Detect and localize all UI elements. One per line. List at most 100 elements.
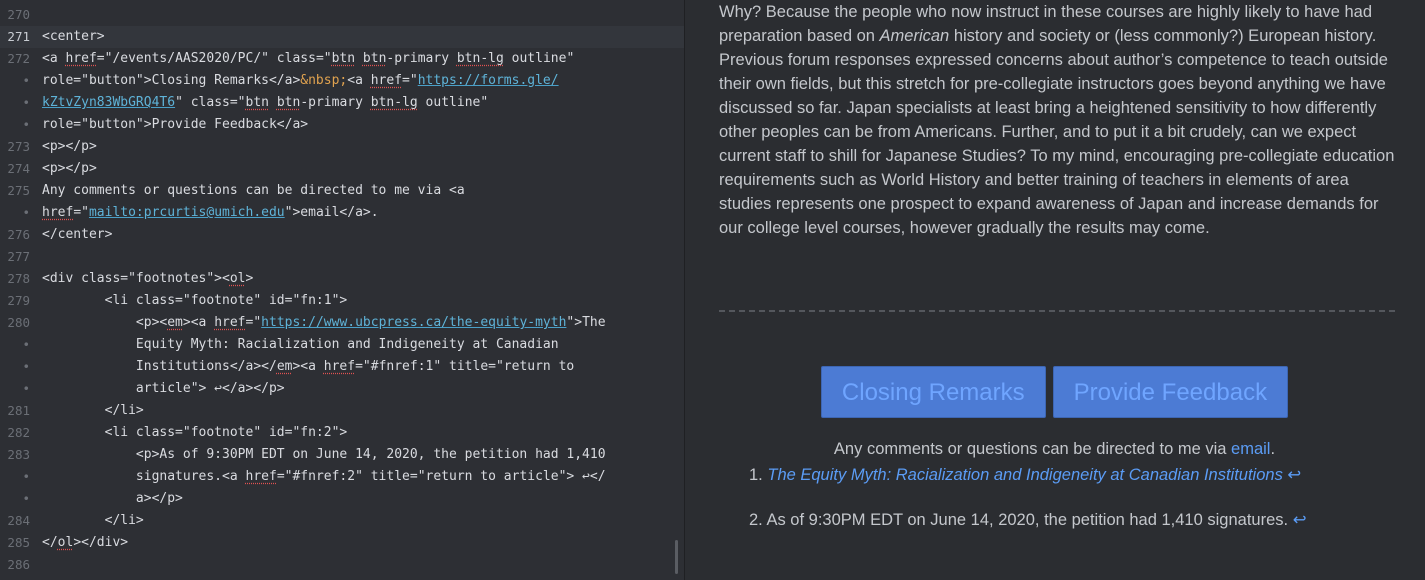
- code-line[interactable]: 279 <li class="footnote" id="fn:1">: [0, 290, 684, 312]
- line-code[interactable]: role="button">Closing Remarks</a>&nbsp;<…: [42, 70, 559, 92]
- line-code[interactable]: <li class="footnote" id="fn:1">: [42, 290, 348, 312]
- code-token: Institutions</a></: [42, 359, 277, 374]
- provide-feedback-button[interactable]: Provide Feedback: [1052, 366, 1289, 418]
- code-editor-pane[interactable]: 270 271 <center> 272 <a href="/events/AAS202…: [0, 0, 685, 580]
- line-number: 286: [7, 557, 30, 572]
- code-line[interactable]: 270: [0, 4, 684, 26]
- line-number: •: [22, 205, 30, 220]
- line-code[interactable]: <p></p>: [42, 158, 97, 180]
- code-line[interactable]: 280 <p><em><a href="https://www.ubcpress…: [0, 312, 684, 334]
- code-token: ol: [57, 535, 74, 550]
- return-arrow-icon[interactable]: ↩: [1293, 511, 1307, 529]
- code-token: href: [65, 51, 97, 66]
- code-line[interactable]: 274 <p></p>: [0, 158, 684, 180]
- code-line[interactable]: • a></p>: [0, 488, 684, 510]
- code-token: </: [42, 535, 58, 550]
- code-line[interactable]: 285 </ol></div>: [0, 532, 684, 554]
- line-number: 281: [7, 403, 30, 418]
- line-code[interactable]: <center>: [42, 26, 105, 48]
- line-code[interactable]: article"> ↩</a></p>: [42, 378, 285, 400]
- line-code[interactable]: href="mailto:prcurtis@umich.edu">email</…: [42, 202, 379, 224]
- code-token: <p></p>: [42, 161, 97, 176]
- line-code[interactable]: <p><em><a href="https://www.ubcpress.ca/…: [42, 312, 606, 334]
- editor-scrollbar-thumb[interactable]: [675, 540, 678, 574]
- code-token: -primary: [300, 95, 371, 110]
- app-window: 270 271 <center> 272 <a href="/events/AAS202…: [0, 0, 1425, 580]
- code-token: kZtvZyn83WbGRQ4T6: [42, 95, 176, 110]
- line-code[interactable]: Any comments or questions can be directe…: [42, 180, 465, 202]
- code-token: =": [402, 73, 418, 88]
- article-text: Why? Because the people who now instruct…: [719, 0, 1395, 240]
- email-link[interactable]: email: [1231, 440, 1270, 458]
- code-line[interactable]: • Institutions</a></em><a href="#fnref:1…: [0, 356, 684, 378]
- line-code[interactable]: <p></p>: [42, 136, 97, 158]
- code-line[interactable]: 276 </center>: [0, 224, 684, 246]
- line-code[interactable]: kZtvZyn83WbGRQ4T6" class="btn btn-primar…: [42, 92, 488, 114]
- line-number: 282: [7, 425, 30, 440]
- code-line[interactable]: 283 <p>As of 9:30PM EDT on June 14, 2020…: [0, 444, 684, 466]
- code-line[interactable]: 282 <li class="footnote" id="fn:2">: [0, 422, 684, 444]
- code-line[interactable]: • kZtvZyn83WbGRQ4T6" class="btn btn-prima…: [0, 92, 684, 114]
- code-line[interactable]: • Equity Myth: Racialization and Indigen…: [0, 334, 684, 356]
- code-token: article"> ↩</a></p>: [42, 381, 285, 396]
- line-number: •: [22, 381, 30, 396]
- contact-end: .: [1270, 440, 1276, 458]
- code-token: ="#fnref:1" title="return to: [355, 359, 575, 374]
- code-token: href: [42, 205, 74, 220]
- code-token: <a: [347, 73, 371, 88]
- line-code[interactable]: <li class="footnote" id="fn:2">: [42, 422, 348, 444]
- line-code[interactable]: </center>: [42, 224, 112, 246]
- code-token: ="/events/AAS2020/PC/" class=": [96, 51, 332, 66]
- code-token: a></p>: [42, 491, 183, 506]
- code-token: href: [245, 469, 277, 484]
- code-line[interactable]: 284 </li>: [0, 510, 684, 532]
- return-arrow-icon[interactable]: ↩: [1287, 466, 1301, 484]
- line-code[interactable]: Equity Myth: Racialization and Indigenei…: [42, 334, 559, 356]
- line-code[interactable]: </li>: [42, 400, 144, 422]
- line-code[interactable]: a></p>: [42, 488, 183, 510]
- code-line[interactable]: • href="mailto:prcurtis@umich.edu">email<…: [0, 202, 684, 224]
- code-line[interactable]: 273 <p></p>: [0, 136, 684, 158]
- contact-text: Any comments or questions can be directe…: [833, 440, 1232, 458]
- line-number: •: [22, 469, 30, 484]
- footnote-link[interactable]: The Equity Myth: Racialization and Indig…: [767, 466, 1282, 484]
- code-line[interactable]: • role="button">Provide Feedback</a>: [0, 114, 684, 136]
- editor-lines[interactable]: 270 271 <center> 272 <a href="/events/AAS202…: [0, 4, 684, 576]
- code-line[interactable]: 275 Any comments or questions can be dire…: [0, 180, 684, 202]
- code-token: </li>: [42, 513, 144, 528]
- code-token: </center>: [42, 227, 113, 242]
- code-token: ="#fnref:2" title="return to article"> ↩…: [276, 469, 606, 484]
- footnote-number: 2.: [749, 511, 763, 529]
- closing-remarks-button[interactable]: Closing Remarks: [820, 366, 1046, 418]
- code-token: <li class="footnote" id="fn:1">: [42, 293, 348, 308]
- code-line[interactable]: • signatures.<a href="#fnref:2" title="r…: [0, 466, 684, 488]
- line-code[interactable]: <a href="/events/AAS2020/PC/" class="btn…: [42, 48, 574, 70]
- code-line[interactable]: 286: [0, 554, 684, 576]
- code-token: btn-lg: [370, 95, 418, 110]
- code-token: =": [245, 315, 262, 330]
- code-line[interactable]: • article"> ↩</a></p>: [0, 378, 684, 400]
- line-code[interactable]: <p>As of 9:30PM EDT on June 14, 2020, th…: [42, 444, 606, 466]
- line-number: 284: [7, 513, 30, 528]
- code-line[interactable]: 272 <a href="/events/AAS2020/PC/" class="…: [0, 48, 684, 70]
- code-token: btn: [245, 95, 269, 110]
- code-token: <a: [42, 51, 66, 66]
- code-token: Equity Myth: Racialization and Indigenei…: [42, 337, 559, 352]
- code-line[interactable]: 281 </li>: [0, 400, 684, 422]
- code-line[interactable]: 277: [0, 246, 684, 268]
- code-token: ><a: [292, 359, 324, 374]
- line-code[interactable]: Institutions</a></em><a href="#fnref:1" …: [42, 356, 574, 378]
- code-token: signatures.<a: [42, 469, 246, 484]
- line-code[interactable]: </li>: [42, 510, 144, 532]
- line-code[interactable]: signatures.<a href="#fnref:2" title="ret…: [42, 466, 606, 488]
- code-line[interactable]: 271 <center>: [0, 26, 684, 48]
- line-number: 279: [7, 293, 30, 308]
- line-number: 275: [7, 183, 30, 198]
- code-line[interactable]: 278 <div class="footnotes"><ol>: [0, 268, 684, 290]
- code-line[interactable]: • role="button">Closing Remarks</a>&nbsp;…: [0, 70, 684, 92]
- line-code[interactable]: role="button">Provide Feedback</a>: [42, 114, 308, 136]
- line-code[interactable]: </ol></div>: [42, 532, 128, 554]
- line-code[interactable]: <div class="footnotes"><ol>: [42, 268, 253, 290]
